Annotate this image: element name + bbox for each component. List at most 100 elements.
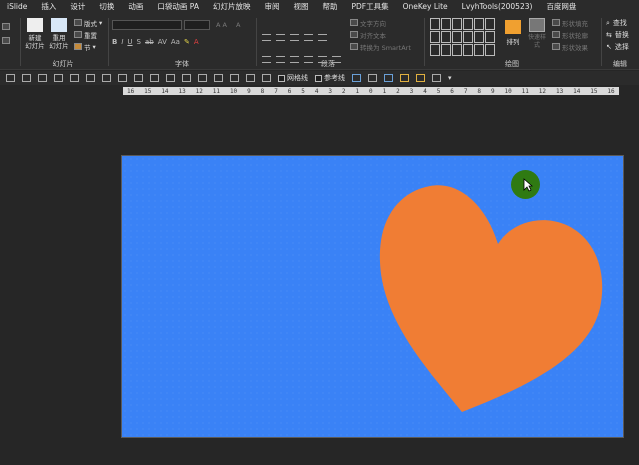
shape-item[interactable]	[441, 44, 451, 56]
align-top-tool-icon[interactable]	[54, 74, 63, 82]
menu-tab[interactable]: 审阅	[257, 0, 286, 14]
menu-tab[interactable]: 视图	[286, 0, 315, 14]
menu-tab[interactable]: 口袋动画 PA	[150, 0, 206, 14]
cut-icon[interactable]	[2, 22, 10, 31]
bold-icon[interactable]: B	[112, 38, 117, 46]
shape-item[interactable]	[463, 31, 473, 43]
shape-item[interactable]	[441, 18, 451, 30]
clear-format-icon[interactable]: A	[236, 20, 240, 29]
group-icon[interactable]	[134, 74, 143, 82]
align-center-icon[interactable]	[276, 56, 285, 63]
menu-tab[interactable]: 插入	[34, 0, 63, 14]
merge-shapes-icon[interactable]	[246, 74, 255, 82]
slide-canvas[interactable]	[121, 155, 624, 438]
strikethrough-icon[interactable]: ab	[145, 38, 154, 46]
align-bottom-tool-icon[interactable]	[86, 74, 95, 82]
guides-checkbox[interactable]	[315, 74, 322, 82]
replace-button[interactable]: ⇆ 替换	[606, 30, 629, 40]
highlight-icon[interactable]: ✎	[184, 38, 190, 46]
copy-icon[interactable]	[2, 36, 10, 45]
increase-indent-icon[interactable]	[304, 34, 313, 41]
shape-item[interactable]	[430, 18, 440, 30]
menu-tab[interactable]: 帮助	[315, 0, 344, 14]
distributed-icon[interactable]	[318, 56, 327, 63]
select-button[interactable]: ↖ 选择	[606, 42, 629, 52]
font-color-icon[interactable]: A	[194, 38, 199, 46]
distribute-horizontal-icon[interactable]	[102, 74, 111, 82]
shape-item[interactable]	[474, 18, 484, 30]
image-icon[interactable]	[384, 74, 393, 82]
arrange-button[interactable]: 排列	[503, 20, 523, 46]
chart-icon[interactable]	[352, 74, 361, 82]
font-name-input[interactable]	[112, 20, 182, 30]
shape-item[interactable]	[485, 44, 495, 56]
format-painter-icon[interactable]	[416, 74, 425, 82]
smartart-button[interactable]: 转换为 SmartArt	[350, 42, 411, 52]
textbox-icon[interactable]	[400, 74, 409, 82]
shape-outline-button[interactable]: 形状轮廓	[552, 30, 588, 40]
font-grow-icon[interactable]: AA	[216, 20, 227, 29]
layout-button[interactable]: 版式 ▾	[74, 18, 102, 28]
qat-customize-icon[interactable]: ▾	[448, 74, 452, 82]
send-backward-icon[interactable]	[182, 74, 191, 82]
shape-item[interactable]	[452, 31, 462, 43]
bring-forward-icon[interactable]	[166, 74, 175, 82]
align-right-icon[interactable]	[290, 56, 299, 63]
distribute-vertical-icon[interactable]	[118, 74, 127, 82]
decrease-indent-icon[interactable]	[290, 34, 299, 41]
shape-item[interactable]	[430, 31, 440, 43]
shape-item[interactable]	[474, 31, 484, 43]
change-case-icon[interactable]: Aa	[171, 38, 180, 46]
line-spacing-icon[interactable]	[318, 34, 327, 41]
shape-fill-button[interactable]: 形状填充	[552, 18, 588, 28]
font-size-input[interactable]	[184, 20, 210, 30]
ungroup-icon[interactable]	[150, 74, 159, 82]
menu-tab[interactable]: 百度网盘	[539, 0, 583, 14]
bullets-icon[interactable]	[262, 34, 271, 41]
underline-icon[interactable]: U	[127, 38, 132, 46]
shadow-icon[interactable]: S	[137, 38, 141, 46]
gridlines-checkbox[interactable]	[278, 74, 285, 82]
gridlines-toggle[interactable]: 网格线	[278, 73, 308, 83]
char-spacing-icon[interactable]: AV	[158, 38, 167, 46]
shape-item[interactable]	[463, 18, 473, 30]
quick-styles-button[interactable]: 快速样式	[526, 18, 548, 50]
menu-tab[interactable]: 设计	[63, 0, 92, 14]
shape-item[interactable]	[452, 44, 462, 56]
shape-item[interactable]	[485, 18, 495, 30]
shape-item[interactable]	[452, 18, 462, 30]
eyedropper-icon[interactable]	[432, 74, 441, 82]
reuse-slide-button[interactable]: 重用 幻灯片	[48, 18, 70, 50]
shape-item[interactable]	[441, 31, 451, 43]
align-left-icon[interactable]	[262, 56, 271, 63]
align-middle-tool-icon[interactable]	[70, 74, 79, 82]
find-button[interactable]: ⌕ 查找	[606, 18, 627, 28]
reset-button[interactable]: 重置	[74, 30, 97, 40]
shape-item[interactable]	[463, 44, 473, 56]
section-button[interactable]: 节 ▾	[74, 42, 96, 52]
shape-item[interactable]	[474, 44, 484, 56]
align-right-tool-icon[interactable]	[38, 74, 47, 82]
flip-icon[interactable]	[214, 74, 223, 82]
new-slide-button[interactable]: 新建 幻灯片	[24, 18, 46, 50]
guides-toggle[interactable]: 参考线	[315, 73, 345, 83]
edit-points-icon[interactable]	[262, 74, 271, 82]
crop-icon[interactable]	[230, 74, 239, 82]
shape-item[interactable]	[430, 44, 440, 56]
numbering-icon[interactable]	[276, 34, 285, 41]
align-left-tool-icon[interactable]	[6, 74, 15, 82]
shape-item[interactable]	[485, 31, 495, 43]
shapes-gallery[interactable]	[430, 18, 495, 56]
menu-tab[interactable]: iSlide	[0, 0, 34, 14]
menu-tab[interactable]: 动画	[121, 0, 150, 14]
menu-tab[interactable]: OneKey Lite	[396, 0, 455, 14]
align-text-button[interactable]: 对齐文本	[350, 30, 386, 40]
menu-tab[interactable]: 切换	[92, 0, 121, 14]
rotate-icon[interactable]	[198, 74, 207, 82]
shape-effects-button[interactable]: 形状效果	[552, 42, 588, 52]
table-icon[interactable]	[368, 74, 377, 82]
menu-tab[interactable]: PDF工具集	[344, 0, 395, 14]
menu-tab[interactable]: LvyhTools(200523)	[455, 0, 540, 14]
italic-icon[interactable]: I	[121, 38, 123, 46]
text-direction-button[interactable]: 文字方向	[350, 18, 386, 28]
